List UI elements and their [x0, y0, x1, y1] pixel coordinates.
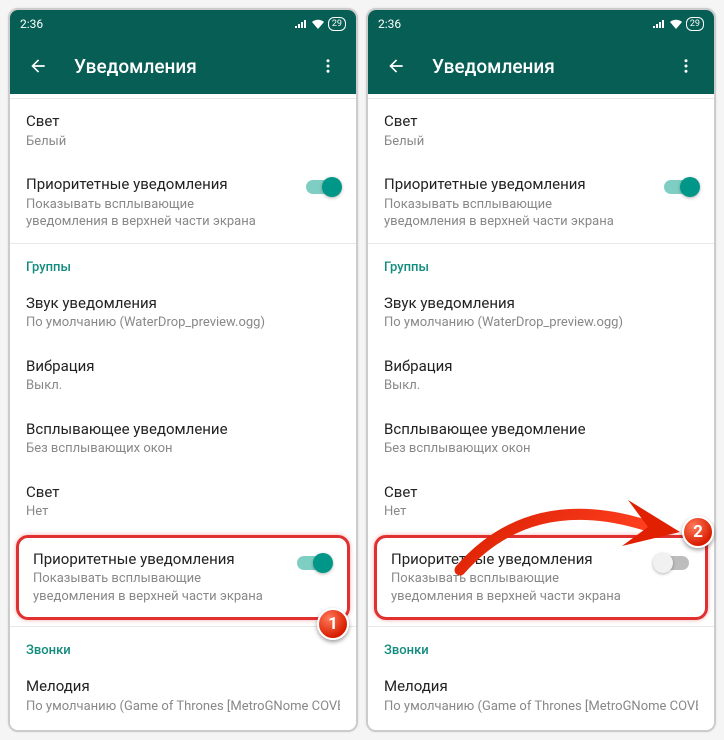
section-groups: Группы	[10, 244, 356, 281]
setting-sub: Выкл.	[26, 377, 340, 395]
setting-light[interactable]: Свет Белый	[368, 99, 714, 162]
more-icon[interactable]	[674, 54, 698, 78]
setting-sound[interactable]: Звук уведомления По умолчанию (WaterDrop…	[368, 281, 714, 344]
toggle-priority-top[interactable]	[306, 180, 340, 194]
annotation-badge-2: 2	[682, 516, 714, 548]
setting-light2[interactable]: Свет Нет	[368, 470, 714, 533]
setting-label: Звук уведомления	[384, 294, 698, 314]
setting-sub: Нет	[26, 503, 340, 521]
setting-priority-top[interactable]: Приоритетные уведомления Показывать вспл…	[368, 162, 714, 243]
more-icon[interactable]	[316, 54, 340, 78]
setting-sub: По умолчанию (Game of Thrones [MetroGNom…	[26, 698, 340, 716]
setting-priority-highlight[interactable]: Приоритетные уведомления Показывать вспл…	[387, 548, 695, 608]
setting-sub: Показывать всплывающие уведомления в вер…	[391, 570, 641, 605]
setting-ringtone[interactable]: Мелодия По умолчанию (Game of Thrones [M…	[368, 664, 714, 727]
setting-light[interactable]: Свет Белый	[10, 99, 356, 162]
setting-sub: Белый	[384, 133, 698, 151]
setting-sub: Показывать всплывающие уведомления в вер…	[33, 570, 283, 605]
wifi-icon	[669, 19, 683, 30]
phone-right: 2:36 29 Уведомления Свет	[366, 8, 716, 732]
section-calls: Звонки	[10, 627, 356, 664]
setting-sub: Показывать всплывающие уведомления в вер…	[26, 196, 276, 231]
back-icon[interactable]	[384, 54, 408, 78]
setting-popup[interactable]: Всплывающее уведомление Без всплывающих …	[10, 407, 356, 470]
page-title: Уведомления	[432, 55, 650, 78]
back-icon[interactable]	[26, 54, 50, 78]
setting-vibration[interactable]: Вибрация Выкл.	[10, 344, 356, 407]
setting-label: Мелодия	[26, 677, 340, 697]
battery-level: 29	[328, 17, 346, 31]
phone-left: 2:36 29 Уведомления Свет	[8, 8, 358, 732]
wifi-icon	[311, 19, 325, 30]
status-bar: 2:36 29	[10, 10, 356, 38]
status-time: 2:36	[20, 17, 43, 31]
setting-sub: Нет	[384, 503, 698, 521]
setting-sub: Показывать всплывающие уведомления в вер…	[384, 196, 634, 231]
setting-sub: Выкл.	[384, 377, 698, 395]
signal-icon	[652, 19, 666, 29]
setting-sub: По умолчанию (WaterDrop_preview.ogg)	[26, 314, 340, 332]
setting-sub: По умолчанию (WaterDrop_preview.ogg)	[384, 314, 698, 332]
setting-label: Приоритетные уведомления	[384, 175, 698, 195]
setting-label: Приоритетные уведомления	[391, 550, 691, 570]
setting-sub: Без всплывающих окон	[384, 440, 698, 458]
setting-label: Свет	[384, 112, 698, 132]
battery-level: 29	[686, 17, 704, 31]
setting-label: Вибрация	[26, 357, 340, 377]
toggle-priority-highlight-off[interactable]	[655, 556, 689, 570]
highlight-box-left: Приоритетные уведомления Показывать вспл…	[16, 535, 350, 621]
setting-sub: По умолчанию (Game of Thrones [MetroGNom…	[384, 698, 698, 716]
page-title: Уведомления	[74, 55, 292, 78]
section-groups: Группы	[368, 244, 714, 281]
status-bar: 2:36 29	[368, 10, 714, 38]
annotation-badge-1: 1	[317, 608, 349, 640]
setting-label: Свет	[384, 483, 698, 503]
toggle-priority-highlight-on[interactable]	[297, 556, 331, 570]
setting-sound[interactable]: Звук уведомления По умолчанию (WaterDrop…	[10, 281, 356, 344]
setting-label: Всплывающее уведомление	[26, 420, 340, 440]
setting-label: Приоритетные уведомления	[26, 175, 340, 195]
setting-priority-top[interactable]: Приоритетные уведомления Показывать вспл…	[10, 162, 356, 243]
setting-sub: Белый	[26, 133, 340, 151]
setting-popup[interactable]: Всплывающее уведомление Без всплывающих …	[368, 407, 714, 470]
app-bar: Уведомления	[368, 38, 714, 94]
setting-sub: Без всплывающих окон	[26, 440, 340, 458]
setting-label: Свет	[26, 483, 340, 503]
status-icons: 29	[652, 17, 704, 31]
setting-label: Всплывающее уведомление	[384, 420, 698, 440]
app-bar: Уведомления	[10, 38, 356, 94]
status-time: 2:36	[378, 17, 401, 31]
setting-ringtone[interactable]: Мелодия По умолчанию (Game of Thrones [M…	[10, 664, 356, 727]
setting-label: Вибрация	[384, 357, 698, 377]
setting-label: Звук уведомления	[26, 294, 340, 314]
setting-label: Приоритетные уведомления	[33, 550, 333, 570]
toggle-priority-top[interactable]	[664, 180, 698, 194]
status-icons: 29	[294, 17, 346, 31]
highlight-box-right: Приоритетные уведомления Показывать вспл…	[374, 535, 708, 621]
setting-label: Свет	[26, 112, 340, 132]
section-calls: Звонки	[368, 627, 714, 664]
setting-light2[interactable]: Свет Нет	[10, 470, 356, 533]
setting-label: Мелодия	[384, 677, 698, 697]
settings-content: Свет Белый Приоритетные уведомления Пока…	[10, 94, 356, 730]
setting-priority-highlight[interactable]: Приоритетные уведомления Показывать вспл…	[29, 548, 337, 608]
signal-icon	[294, 19, 308, 29]
settings-content: Свет Белый Приоритетные уведомления Пока…	[368, 94, 714, 730]
setting-vibration[interactable]: Вибрация Выкл.	[368, 344, 714, 407]
